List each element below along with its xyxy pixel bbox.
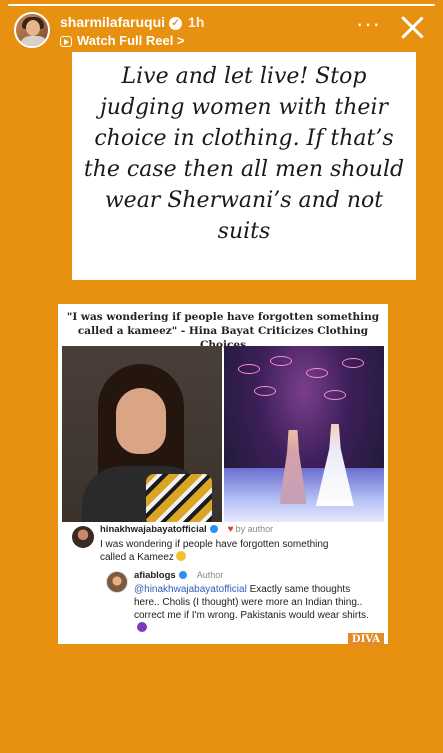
portrait-photo <box>62 346 222 522</box>
commenter-username: hinakhwajabayatofficial <box>100 524 207 535</box>
reel-icon <box>60 36 72 47</box>
reply-header: afiablogs Author <box>134 570 223 581</box>
avatar[interactable] <box>14 12 50 48</box>
comment-text: I was wondering if people have forgotten… <box>100 539 329 563</box>
verified-icon <box>209 525 218 534</box>
username-row[interactable]: sharmilafaruqui ✓ 1h <box>60 14 204 30</box>
reply-text: @hinakhwajabayatofficial Exactly same th… <box>134 583 374 635</box>
comment-header: hinakhwajabayatofficial ♥ by author <box>100 524 273 535</box>
reply-username: afiablogs <box>134 570 176 581</box>
purple-emoji-icon <box>137 622 147 632</box>
post-time: 1h <box>188 14 205 30</box>
diva-watermark: DIVA <box>347 633 384 646</box>
username[interactable]: sharmilafaruqui <box>60 14 165 30</box>
reply-avatar <box>106 571 128 593</box>
liked-by-author-label: by author <box>235 524 274 534</box>
verified-icon <box>178 571 187 580</box>
story-header: sharmilafaruqui ✓ 1h Watch Full Reel > ··· <box>14 12 435 52</box>
watch-full-reel-link[interactable]: Watch Full Reel > <box>60 33 185 48</box>
heart-icon: ♥ <box>227 524 234 535</box>
thinking-emoji-icon <box>175 551 186 561</box>
quote-text: Live and let live! Stop judging women wi… <box>72 52 416 280</box>
verified-icon: ✓ <box>169 16 183 30</box>
commenter-avatar <box>72 526 94 548</box>
author-label: Author <box>196 570 224 580</box>
mention: @hinakhwajabayatofficial <box>134 584 247 595</box>
dance-photo <box>224 346 384 522</box>
article-screenshot: "I was wondering if people have forgotte… <box>58 304 388 646</box>
story-progress-fill <box>8 4 435 6</box>
more-icon[interactable]: ··· <box>356 13 381 35</box>
watch-full-reel-label: Watch Full Reel > <box>77 33 185 48</box>
close-icon[interactable] <box>399 14 425 40</box>
story-progress-bar <box>8 4 435 6</box>
